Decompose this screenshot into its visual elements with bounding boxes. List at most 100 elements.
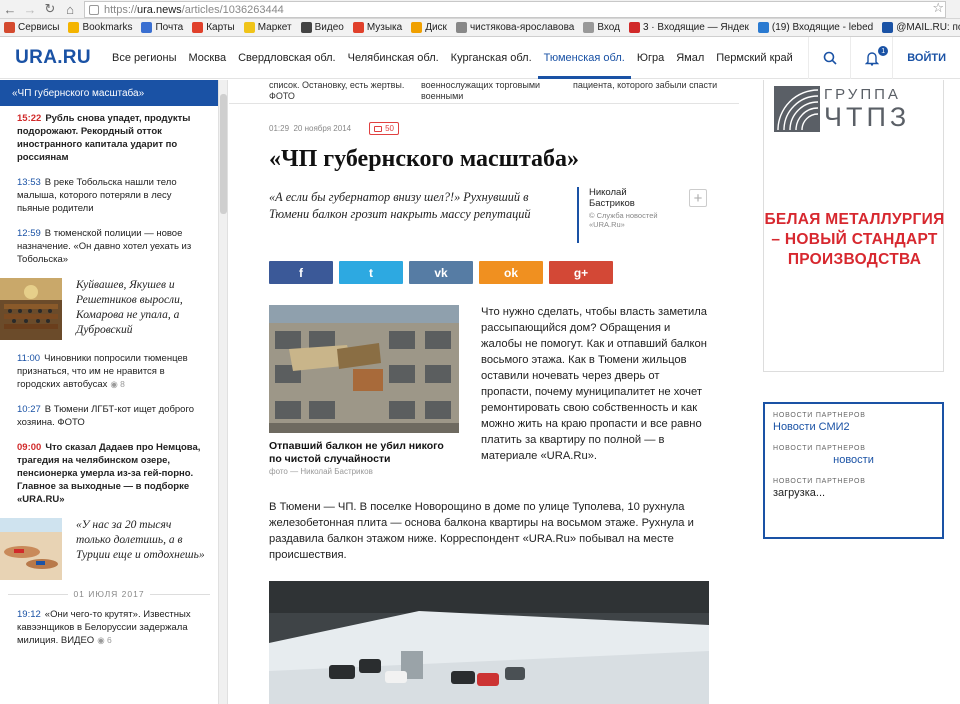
news-time: 19:12 [17, 609, 41, 620]
share-vk-button[interactable]: vk [409, 261, 473, 284]
bookmark-label: Диск [425, 22, 447, 33]
balcony-photo[interactable] [269, 305, 459, 433]
bookmark-item[interactable]: Сервисы [4, 22, 59, 33]
search-button[interactable] [808, 37, 850, 79]
advertisement-banner[interactable]: ГРУППА ЧТПЗ БЕЛАЯ МЕТАЛЛУРГИЯ – НОВЫЙ СТ… [763, 80, 944, 372]
sidebar-scrollbar[interactable] [218, 80, 228, 704]
news-headline: В тюменской полиции — новое назначение. … [17, 228, 192, 265]
partner-block: НОВОСТИ ПАРТНЕРОВ Новости СМИ2 [773, 412, 934, 433]
reload-button[interactable]: ↻ [40, 0, 60, 19]
date-divider: 01 ИЮЛЯ 2017 [0, 586, 218, 602]
news-item[interactable]: 12:59 В тюменской полиции — новое назначе… [0, 221, 218, 272]
author-name[interactable]: Николай Бастриков [589, 187, 669, 209]
bookmark-favicon-icon [4, 22, 15, 33]
region-tab[interactable]: Пермский край [710, 37, 799, 79]
author-follow-button[interactable]: + [689, 189, 707, 207]
bookmark-item[interactable]: Маркет [243, 22, 292, 33]
bookmark-label: Карты [206, 22, 235, 33]
bookmark-item[interactable]: Bookmarks [68, 22, 132, 33]
bookmark-item[interactable]: @MAIL.RU: почта, пои [882, 22, 960, 33]
region-tab[interactable]: Югра [631, 37, 670, 79]
partner-link[interactable]: загрузка... [773, 487, 934, 499]
region-tab[interactable]: Москва [183, 37, 233, 79]
home-button[interactable]: ⌂ [60, 0, 80, 19]
courtyard-photo[interactable] [269, 581, 709, 704]
notifications-button[interactable]: 1 [850, 37, 892, 79]
comments-count: 50 [385, 124, 395, 133]
figure-caption: Отпавший балкон не убил никого по чистой… [269, 440, 444, 465]
partner-link[interactable]: новости [773, 454, 934, 466]
region-tab[interactable]: Все регионы [106, 37, 183, 79]
partner-news: НОВОСТИ ПАРТНЕРОВ Новости СМИ2 НОВОСТИ ПАР… [763, 402, 944, 539]
scroll-thumb[interactable] [220, 94, 227, 214]
comments-button[interactable]: 50 [369, 122, 400, 135]
sidebar-heading[interactable]: «ЧП губернского масштаба» [0, 80, 218, 106]
news-item[interactable]: 11:00 Чиновники попросили тюменцев призна… [0, 346, 218, 397]
news-item[interactable]: 13:53 В реке Тобольска нашли тело малыша,… [0, 170, 218, 221]
vk-icon: vk [434, 265, 448, 280]
news-headline: Рубль снова упадет, продукты подорожают.… [17, 113, 191, 163]
related-teaser[interactable]: военнослужащих торговыми военными [421, 80, 569, 103]
region-tab[interactable]: Курганская обл. [445, 37, 538, 79]
bookmark-item[interactable]: 3 · Входящие — Яндек [628, 22, 749, 33]
share-google-plus-button[interactable]: g+ [549, 261, 613, 284]
bookmark-item[interactable]: Вход [583, 22, 620, 33]
site-header: URA.RU Все регионы Москва Свердловская обл… [0, 37, 960, 79]
partner-link[interactable]: Новости СМИ2 [773, 421, 934, 433]
url-scheme: https:// [104, 3, 138, 16]
bookmark-item[interactable]: Диск [411, 22, 447, 33]
views-count: ◉ 6 [97, 635, 112, 645]
related-teaser[interactable]: пациента, которого забыли спасти [573, 80, 721, 103]
login-button[interactable]: ВОЙТИ [892, 37, 960, 79]
news-item[interactable]: 19:12 «Они чего-то крутят». Известных кав… [0, 602, 218, 653]
home-icon: ⌂ [66, 1, 74, 17]
article-title: «ЧП губернского масштаба» [269, 146, 580, 172]
back-button[interactable]: ← [0, 0, 20, 19]
page-icon [89, 4, 99, 15]
article-meta: 01:29 20 ноября 2014 50 [269, 122, 400, 135]
news-headline: В Тюмени ЛГБТ-кот ищет доброго хозяина. … [17, 404, 194, 428]
browser-address-bar: ← → ↻ ⌂ https://ura.news/articles/103626… [0, 0, 960, 19]
region-tab[interactable]: Челябинская обл. [342, 37, 445, 79]
news-item[interactable]: 15:22 Рубль снова упадет, продукты подоро… [0, 106, 218, 170]
url-field[interactable]: https://ura.news/articles/1036263444 [84, 1, 946, 18]
share-facebook-button[interactable]: f [269, 261, 333, 284]
partner-label: НОВОСТИ ПАРТНЕРОВ [773, 412, 866, 419]
bookmark-item[interactable]: Почта [141, 22, 183, 33]
news-sidebar: «ЧП губернского масштаба» 15:22 Рубль сно… [0, 80, 218, 704]
bookmark-item[interactable]: (19) Входящие - lebed [757, 22, 873, 33]
sidebar-feature[interactable]: «У нас за 20 тысяч только долетишь, а в … [0, 512, 218, 586]
ad-brand-line2: ЧТПЗ [824, 102, 911, 132]
bookmark-star-icon[interactable]: ☆ [932, 0, 944, 16]
news-item[interactable]: 09:00 Что сказал Дадаев про Немцова, траг… [0, 435, 218, 512]
region-tab[interactable]: Свердловская обл. [232, 37, 342, 79]
bookmark-item[interactable]: Видео [300, 22, 344, 33]
views-count: ◉ 8 [110, 379, 125, 389]
share-twitter-button[interactable]: t [339, 261, 403, 284]
bookmark-favicon-icon [243, 22, 255, 33]
sidebar-feature[interactable]: Куйвашев, Якушев и Решетников выросли, К… [0, 272, 218, 346]
site-logo[interactable]: URA.RU [0, 37, 106, 79]
related-teaser[interactable]: список. Остановку, есть жертвы. ФОТО [269, 80, 417, 103]
bookmark-item[interactable]: Карты [192, 22, 235, 33]
region-nav: Все регионы Москва Свердловская обл. Челяби… [106, 37, 799, 79]
news-item[interactable]: 10:27 В Тюмени ЛГБТ-кот ищет доброго хозя… [0, 397, 218, 435]
share-odnoklassniki-button[interactable]: ok [479, 261, 543, 284]
article-body-paragraph: В Тюмени — ЧП. В поселке Новорощино в до… [269, 501, 694, 561]
parliament-photo [0, 278, 62, 340]
bell-icon [864, 51, 879, 66]
news-time: 10:27 [17, 404, 41, 415]
arrow-right-icon: → [23, 1, 37, 17]
region-tab[interactable]: Ямал [670, 37, 710, 79]
bookmark-item[interactable]: Музыка [352, 22, 402, 33]
bookmark-item[interactable]: чистякова-ярославова [455, 22, 574, 33]
comment-icon [374, 125, 383, 132]
bookmark-label: Сервисы [18, 22, 60, 33]
bookmark-favicon-icon [141, 22, 153, 33]
forward-button[interactable]: → [20, 0, 40, 19]
news-time: 13:53 [17, 177, 41, 188]
ad-slogan: БЕЛАЯ МЕТАЛЛУРГИЯ – НОВЫЙ СТАНДАРТ ПРОИЗ… [764, 211, 945, 268]
region-tab[interactable]: Тюменская обл. [537, 37, 631, 79]
share-buttons: f t vk ok g+ [269, 261, 619, 284]
news-time: 09:00 [17, 442, 42, 453]
